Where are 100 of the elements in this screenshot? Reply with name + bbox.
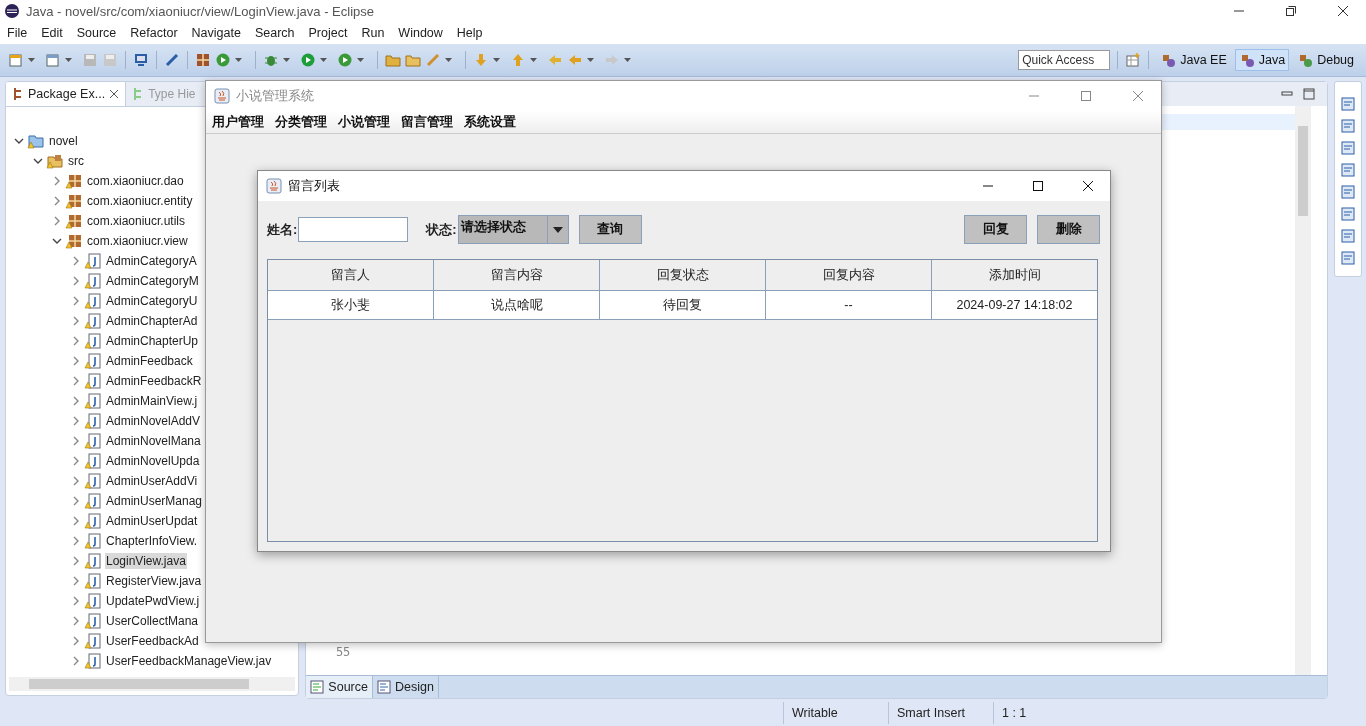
folder-icon[interactable]: [385, 52, 401, 68]
menu-item[interactable]: Run: [354, 26, 392, 40]
menu-item[interactable]: 小说管理: [334, 113, 397, 131]
chevron-right-icon[interactable]: [52, 176, 62, 186]
tree-item[interactable]: AdminNovelUpda: [105, 453, 201, 469]
chevron-right-icon[interactable]: [71, 436, 81, 446]
tree-item[interactable]: novel: [48, 133, 79, 149]
chevron-right-icon[interactable]: [71, 316, 81, 326]
tree-item[interactable]: AdminMainView.j: [105, 393, 199, 409]
chevron-right-icon[interactable]: [52, 216, 62, 226]
tree-item[interactable]: AdminUserUpdat: [105, 513, 199, 529]
tree-item[interactable]: com.xiaoniucr.entity: [86, 193, 194, 209]
vertical-scrollbar[interactable]: [1295, 106, 1312, 675]
editor-tab[interactable]: Design: [372, 676, 439, 698]
chevron-down-icon[interactable]: [52, 236, 62, 246]
tree-item[interactable]: AdminFeedback: [105, 353, 194, 369]
run-tool-icon[interactable]: [337, 52, 353, 68]
chevron-right-icon[interactable]: [71, 336, 81, 346]
new-file-icon[interactable]: [8, 52, 24, 68]
query-button[interactable]: 查询: [578, 215, 642, 244]
caret-icon[interactable]: [283, 58, 290, 62]
caret-icon[interactable]: [445, 58, 452, 62]
menu-item[interactable]: Edit: [34, 26, 70, 40]
chevron-right-icon[interactable]: [71, 396, 81, 406]
new-class-icon[interactable]: [45, 52, 61, 68]
menu-item[interactable]: Source: [69, 26, 124, 40]
tree-item[interactable]: com.xiaoniucr.utils: [86, 213, 187, 229]
status-dropdown[interactable]: 请选择状态: [457, 215, 569, 244]
caret-icon[interactable]: [235, 58, 242, 62]
tree-item[interactable]: src: [67, 153, 85, 169]
menu-item[interactable]: Navigate: [184, 26, 248, 40]
column-header[interactable]: 留言人: [268, 260, 434, 291]
tree-item[interactable]: ChapterInfoView.: [105, 533, 199, 549]
caret-icon[interactable]: [320, 58, 327, 62]
caret-icon[interactable]: [493, 58, 500, 62]
menu-item[interactable]: Window: [391, 26, 450, 40]
horizontal-scrollbar[interactable]: [9, 677, 296, 691]
chevron-right-icon[interactable]: [71, 556, 81, 566]
column-header[interactable]: 回复内容: [766, 260, 932, 291]
run-icon[interactable]: [300, 52, 316, 68]
caret-icon[interactable]: [65, 58, 72, 62]
perspective-button[interactable]: Debug: [1293, 49, 1358, 71]
chevron-right-icon[interactable]: [71, 356, 81, 366]
editor-tab[interactable]: Source: [306, 676, 373, 698]
tree-item[interactable]: LoginView.java: [105, 553, 187, 569]
name-field[interactable]: [298, 217, 409, 242]
menu-item[interactable]: Search: [247, 26, 302, 40]
menu-item[interactable]: File: [0, 26, 35, 40]
chevron-right-icon[interactable]: [71, 576, 81, 586]
tree-item[interactable]: UserFeedbackManageView.jav: [105, 653, 273, 669]
chevron-right-icon[interactable]: [71, 596, 81, 606]
menu-item[interactable]: Project: [301, 26, 355, 40]
menu-item[interactable]: Refactor: [123, 26, 185, 40]
tree-item[interactable]: com.xiaoniucr.view: [86, 233, 189, 249]
close-icon[interactable]: [1082, 180, 1094, 192]
tree-item[interactable]: AdminFeedbackR: [105, 373, 203, 389]
quick-access-field[interactable]: Quick Access: [1018, 50, 1111, 70]
action-button[interactable]: 回复: [964, 215, 1027, 244]
caret-icon[interactable]: [530, 58, 537, 62]
tree-item[interactable]: AdminNovelAddV: [105, 413, 202, 429]
chevron-right-icon[interactable]: [71, 476, 81, 486]
perspective-button[interactable]: Java: [1234, 49, 1290, 71]
package-icon[interactable]: [195, 52, 211, 68]
maximize-icon[interactable]: [1032, 180, 1044, 192]
tree-item[interactable]: AdminChapterAd: [105, 313, 199, 329]
chevron-right-icon[interactable]: [71, 456, 81, 466]
caret-icon[interactable]: [357, 58, 364, 62]
folder-icon[interactable]: [405, 52, 421, 68]
chevron-right-icon[interactable]: [71, 636, 81, 646]
chevron-down-icon[interactable]: [33, 156, 43, 166]
caret-icon[interactable]: [624, 58, 631, 62]
maximize-icon[interactable]: [1285, 5, 1297, 17]
tree-item[interactable]: UserFeedbackAd: [105, 633, 200, 649]
tree-item[interactable]: com.xiaoniucr.dao: [86, 173, 185, 189]
close-icon[interactable]: [1337, 5, 1349, 17]
action-button[interactable]: 删除: [1037, 215, 1100, 244]
chevron-right-icon[interactable]: [71, 516, 81, 526]
menu-item[interactable]: Help: [449, 26, 490, 40]
open-perspective-icon[interactable]: [1125, 52, 1142, 68]
column-header[interactable]: 留言内容: [434, 260, 600, 291]
caret-icon[interactable]: [28, 58, 35, 62]
tree-item[interactable]: AdminUserManag: [105, 493, 204, 509]
chevron-down-icon[interactable]: [14, 136, 24, 146]
chevron-right-icon[interactable]: [71, 656, 81, 666]
menu-item[interactable]: 系统设置: [460, 113, 523, 131]
chevron-right-icon[interactable]: [71, 296, 81, 306]
close-icon[interactable]: [109, 89, 120, 99]
menu-item[interactable]: 用户管理: [208, 113, 271, 131]
chevron-right-icon[interactable]: [71, 376, 81, 386]
tree-item[interactable]: AdminCategoryM: [105, 273, 200, 289]
chevron-right-icon[interactable]: [71, 496, 81, 506]
perspective-button[interactable]: Java EE: [1156, 49, 1231, 71]
tree-item[interactable]: UserCollectMana: [105, 613, 200, 629]
menu-item[interactable]: 留言管理: [397, 113, 460, 131]
column-header[interactable]: 回复状态: [600, 260, 766, 291]
chevron-right-icon[interactable]: [71, 536, 81, 546]
tree-item[interactable]: AdminChapterUp: [105, 333, 200, 349]
tree-item[interactable]: AdminCategoryU: [105, 293, 199, 309]
tree-item[interactable]: RegisterView.java: [105, 573, 203, 589]
tree-item[interactable]: AdminCategoryA: [105, 253, 198, 269]
